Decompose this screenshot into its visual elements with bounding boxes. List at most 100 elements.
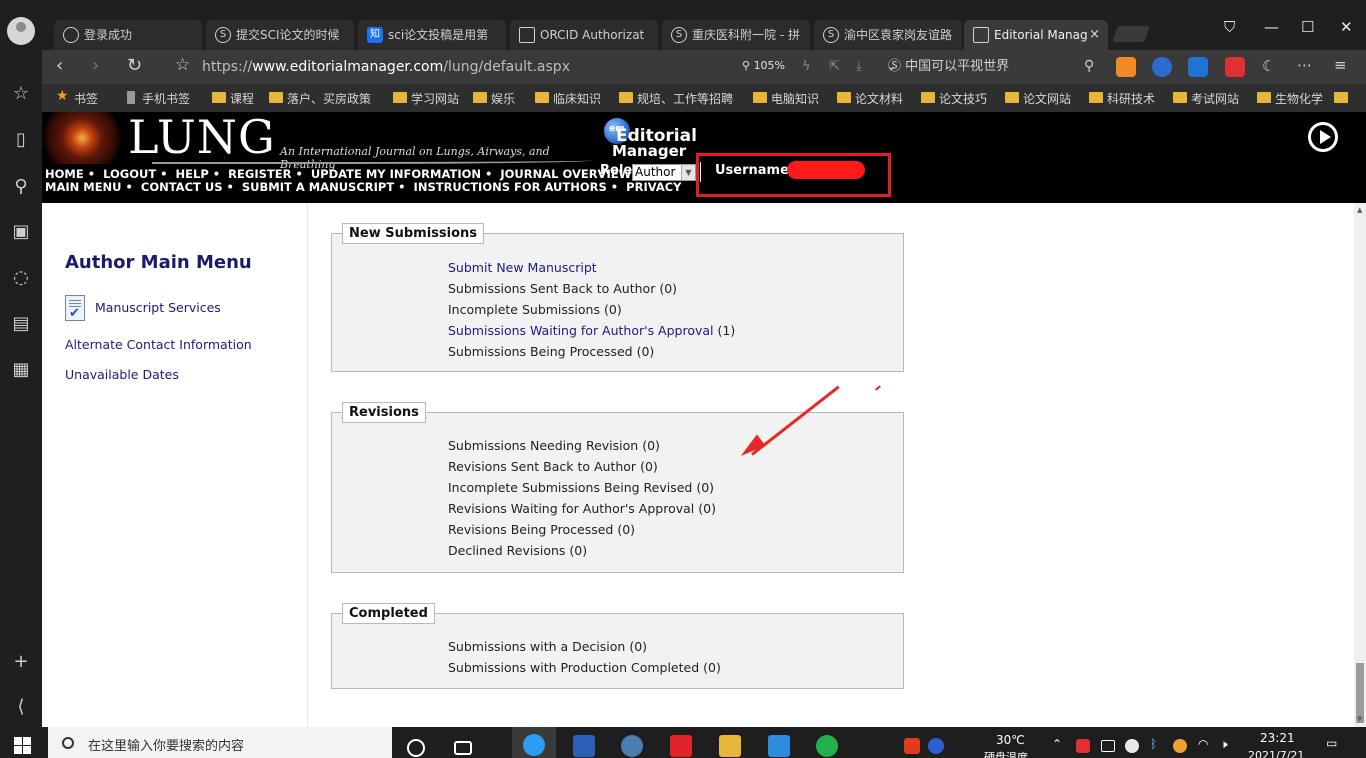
star-icon[interactable]: ☆ xyxy=(9,82,33,106)
game-extension-icon[interactable] xyxy=(1116,57,1136,77)
app-icon[interactable] xyxy=(621,735,643,757)
flash-icon[interactable]: ϟ xyxy=(802,59,811,74)
nav-update-info-link[interactable]: UPDATE MY INFORMATION xyxy=(311,167,481,181)
submit-new-manuscript-link[interactable]: Submit New Manuscript xyxy=(448,260,597,275)
nav-contact-link[interactable]: CONTACT US xyxy=(141,180,223,194)
sogou-input-icon[interactable] xyxy=(904,738,920,754)
youdao-icon[interactable] xyxy=(670,735,692,757)
volume-icon[interactable]: 🕨 xyxy=(1220,737,1228,752)
bookmark-item[interactable]: 书签 xyxy=(56,88,98,107)
wifi-icon[interactable]: ◠ xyxy=(1198,737,1208,751)
zoom-level[interactable]: ⚲ 105% xyxy=(742,59,785,72)
nav-submit-link[interactable]: SUBMIT A MANUSCRIPT xyxy=(242,180,394,194)
reload-icon[interactable]: ↻ xyxy=(127,55,142,76)
bookmark-item[interactable]: 论文技巧 xyxy=(921,90,987,107)
translate-extension-icon[interactable] xyxy=(1188,57,1208,77)
nav-instructions-link[interactable]: INSTRUCTIONS FOR AUTHORS xyxy=(414,180,607,194)
bookmark-item[interactable]: 电脑知识 xyxy=(753,90,819,107)
share-icon[interactable]: ⇱ xyxy=(829,59,840,74)
page-scrollbar[interactable]: ▲ ▼ xyxy=(1354,203,1366,727)
scroll-down-icon[interactable]: ▼ xyxy=(1357,715,1362,723)
clock-date[interactable]: 2021/7/21 xyxy=(1248,749,1304,758)
bookmark-item[interactable]: 课程 xyxy=(212,90,254,107)
shirt-icon[interactable]: ⛉ xyxy=(1224,18,1235,36)
nav-help-link[interactable]: HELP xyxy=(176,167,209,181)
taskbar-app-browser[interactable] xyxy=(512,727,556,758)
tab[interactable]: 登录成功 xyxy=(54,20,202,50)
task-view-icon[interactable] xyxy=(454,741,472,755)
bookmarks-overflow[interactable]: » xyxy=(1334,90,1349,104)
bluetooth-icon[interactable]: ᛒ xyxy=(1150,737,1157,751)
search-field[interactable]: Ⓢ 中国可以平视世界 xyxy=(888,54,1108,80)
nav-main-menu-link[interactable]: MAIN MENU xyxy=(45,180,122,194)
chevron-up-icon[interactable]: ⌃ xyxy=(1052,737,1062,751)
url-field[interactable]: https://www.editorialmanager.com/lung/de… xyxy=(202,54,762,80)
word-icon[interactable] xyxy=(573,735,595,757)
unavailable-dates-link[interactable]: Unavailable Dates xyxy=(65,367,179,382)
nav-privacy-link[interactable]: PRIVACY xyxy=(626,180,681,194)
add-icon[interactable]: + xyxy=(9,650,33,674)
bookmark-item[interactable]: 落户、买房政策 xyxy=(269,90,371,107)
windows-start-icon[interactable] xyxy=(14,737,32,755)
close-tab-icon[interactable]: × xyxy=(1089,20,1100,50)
nav-home-link[interactable]: HOME xyxy=(45,167,84,181)
photos-icon[interactable] xyxy=(768,735,790,757)
waiting-approval-link[interactable]: Submissions Waiting for Author's Approva… xyxy=(448,323,714,338)
play-icon[interactable] xyxy=(1308,122,1338,152)
translate-icon[interactable]: ▦ xyxy=(9,358,33,382)
search-icon[interactable]: ⚲ xyxy=(1084,58,1094,74)
video-icon[interactable]: ▣ xyxy=(9,220,33,244)
bookmark-item[interactable]: 学习网站 xyxy=(393,90,459,107)
tab[interactable]: S 渝中区袁家岗友谊路 xyxy=(814,20,962,50)
row-label[interactable]: Submit New Manuscript xyxy=(448,260,597,275)
moon-icon[interactable]: ☾ xyxy=(1262,57,1275,75)
tab[interactable]: S 重庆医科附一院 - 拼 xyxy=(662,20,810,50)
manuscript-services-link[interactable]: Manuscript Services xyxy=(95,300,221,315)
clock-time[interactable]: 23:21 xyxy=(1260,731,1295,745)
minimize-icon[interactable]: — xyxy=(1264,18,1279,36)
cortana-icon[interactable] xyxy=(407,739,425,757)
briefcase-icon[interactable]: ▤ xyxy=(9,312,33,336)
scroll-up-icon[interactable]: ▲ xyxy=(1357,206,1362,214)
nav-register-link[interactable]: REGISTER xyxy=(228,167,291,181)
bookmark-item[interactable]: 娱乐 xyxy=(473,90,515,107)
nav-logout-link[interactable]: LOGOUT xyxy=(103,167,156,181)
bookmark-item[interactable]: 临床知识 xyxy=(535,90,601,107)
download-icon[interactable]: ⤓ xyxy=(856,59,862,74)
bookmark-item[interactable]: 考试网站 xyxy=(1173,90,1239,107)
bookmark-item[interactable]: 论文材料 xyxy=(837,90,903,107)
tray-app-icon[interactable] xyxy=(1076,739,1090,753)
bookmark-item[interactable]: 手机书签 xyxy=(124,90,190,107)
tab-active[interactable]: Editorial Manag × xyxy=(964,20,1108,50)
bookmark-item[interactable]: 科研技术 xyxy=(1089,90,1155,107)
new-tab-button[interactable] xyxy=(1112,26,1150,42)
collapse-icon[interactable]: ⟨ xyxy=(9,695,33,719)
red-extension-icon[interactable] xyxy=(1225,57,1245,77)
back-icon[interactable]: ‹ xyxy=(56,55,63,76)
tab[interactable]: ORCID Authorizat xyxy=(510,20,658,50)
maximize-icon[interactable]: ☐ xyxy=(1301,18,1314,36)
bookmark-item[interactable]: 规培、工作等招聘 xyxy=(619,90,733,107)
shield-extension-icon[interactable] xyxy=(1152,57,1172,77)
alternate-contact-link[interactable]: Alternate Contact Information xyxy=(65,337,252,352)
wechat-icon[interactable] xyxy=(816,735,838,757)
tab[interactable]: 知 sci论文投稿是用第 xyxy=(358,20,506,50)
scrollbar-thumb[interactable] xyxy=(1356,663,1364,723)
tab[interactable]: S 提交SCI论文的时候 xyxy=(206,20,354,50)
help-icon[interactable] xyxy=(928,738,944,754)
more-icon[interactable]: ⋯ xyxy=(1297,56,1312,74)
close-window-icon[interactable]: ✕ xyxy=(1340,18,1353,36)
user-avatar-icon[interactable] xyxy=(7,17,35,45)
search-icon[interactable]: ⚲ xyxy=(9,175,33,199)
wechat-tray-icon[interactable] xyxy=(1125,739,1139,753)
file-explorer-icon[interactable] xyxy=(719,735,741,757)
bookmark-item[interactable]: 论文网站 xyxy=(1005,90,1071,107)
bookmark-star-icon[interactable]: ☆ xyxy=(175,55,190,75)
forward-icon[interactable]: › xyxy=(92,55,99,76)
notification-icon[interactable]: ▭ xyxy=(1326,736,1337,750)
battery-icon[interactable] xyxy=(1101,740,1115,752)
chat-icon[interactable]: ◌ xyxy=(9,266,33,290)
taskbar-search-input[interactable]: 在这里输入你要搜索的内容 xyxy=(48,727,392,758)
menu-icon[interactable]: ≡ xyxy=(1334,56,1347,74)
tray-app2-icon[interactable] xyxy=(1173,739,1187,753)
